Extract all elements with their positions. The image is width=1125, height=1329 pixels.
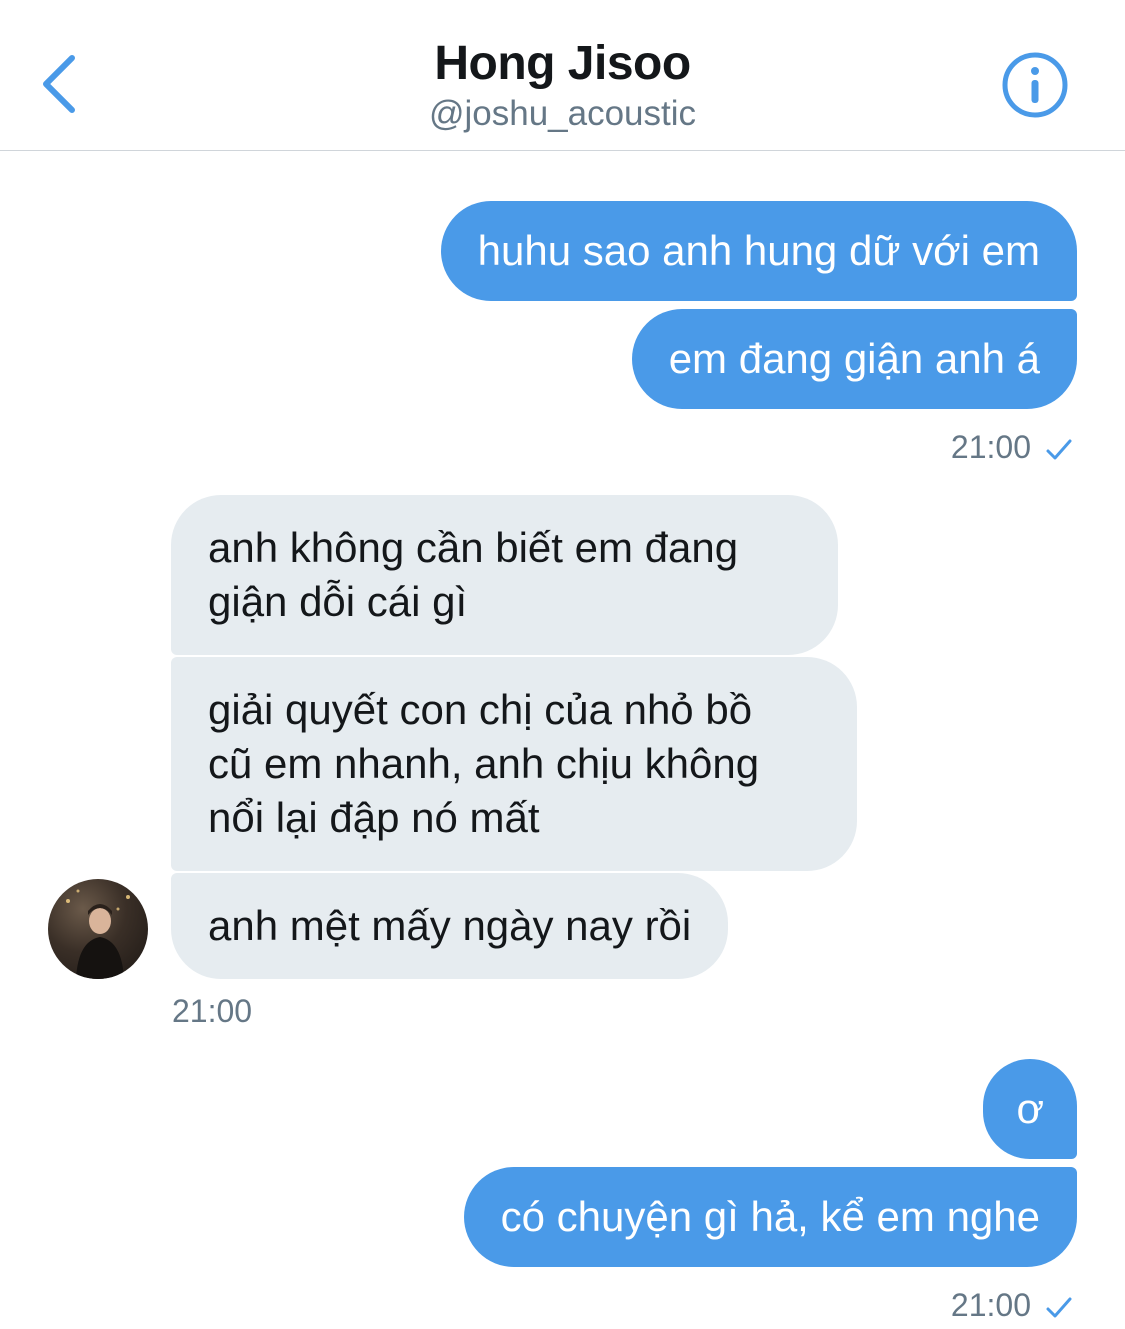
message-timestamp: 21:00 bbox=[951, 1285, 1073, 1325]
timestamp-text: 21:00 bbox=[950, 429, 1031, 465]
check-icon bbox=[1046, 439, 1072, 460]
message-timestamp: 21:00 bbox=[172, 991, 252, 1031]
message-bubble-incoming[interactable]: anh không cần biết em đang giận dỗi cái … bbox=[171, 495, 838, 655]
avatar-photo bbox=[66, 889, 130, 979]
timestamp-text: 21:00 bbox=[950, 1287, 1031, 1323]
contact-handle: @joshu_acoustic bbox=[428, 94, 697, 133]
info-button[interactable] bbox=[1000, 50, 1070, 120]
contact-avatar[interactable] bbox=[48, 879, 148, 979]
message-bubble-outgoing[interactable]: có chuyện gì hả, kể em nghe bbox=[463, 1167, 1077, 1267]
message-bubble-outgoing[interactable]: em đang giận anh á bbox=[631, 309, 1077, 409]
info-icon bbox=[1002, 52, 1068, 118]
message-bubble-outgoing[interactable]: ơ bbox=[983, 1059, 1077, 1159]
timestamp-text: 21:00 bbox=[172, 993, 253, 1029]
message-bubble-incoming[interactable]: anh mệt mấy ngày nay rồi bbox=[171, 873, 729, 979]
check-icon bbox=[1046, 1297, 1072, 1318]
message-bubble-outgoing[interactable]: huhu sao anh hung dữ với em bbox=[440, 201, 1077, 301]
conversation-title-block[interactable]: Hong Jisoo @joshu_acoustic bbox=[0, 34, 1125, 136]
contact-name: Hong Jisoo bbox=[434, 37, 691, 90]
message-bubble-incoming[interactable]: giải quyết con chị của nhỏ bồ cũ em nhan… bbox=[171, 657, 857, 871]
message-timestamp: 21:00 bbox=[951, 427, 1073, 467]
conversation-header: Hong Jisoo @joshu_acoustic bbox=[0, 0, 1125, 151]
